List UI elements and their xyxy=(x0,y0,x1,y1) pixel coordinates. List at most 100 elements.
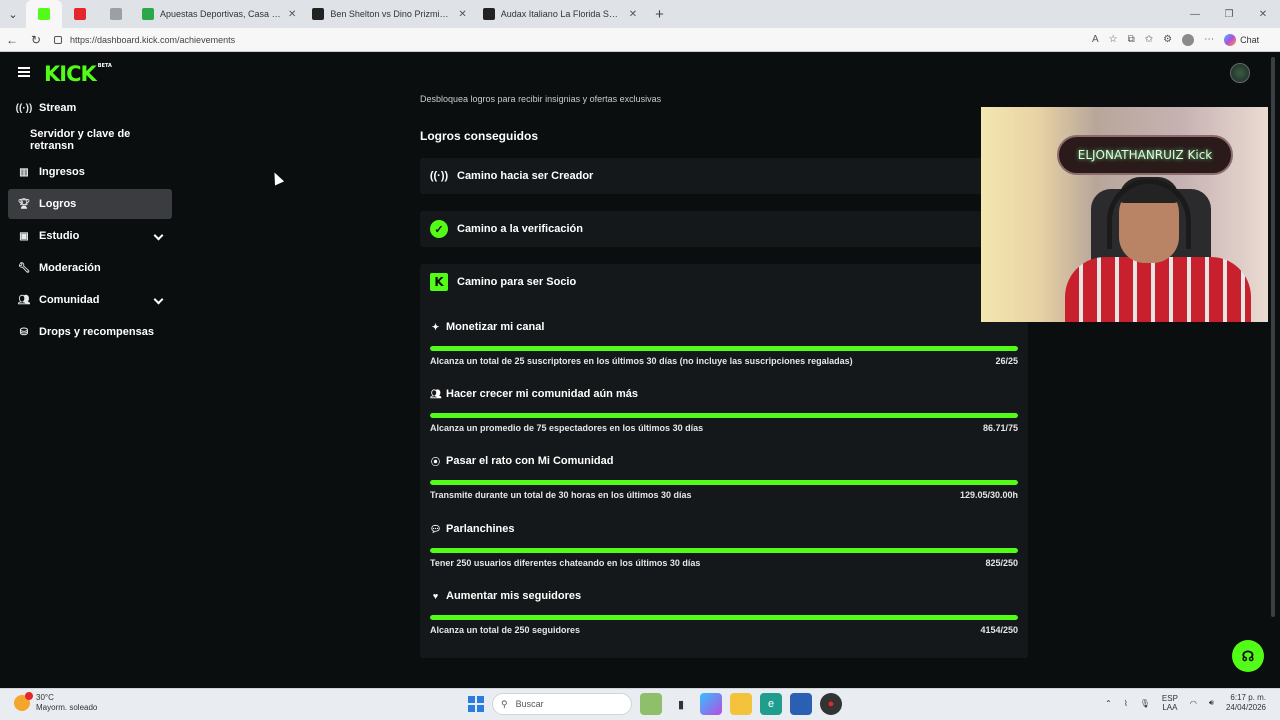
scrollbar-thumb[interactable] xyxy=(1271,57,1275,617)
sidebar: ((·)) Stream Servidor y clave de retrans… xyxy=(8,93,172,349)
windows-start-icon[interactable] xyxy=(468,696,484,712)
sidebar-item-ingresos[interactable]: ▥ Ingresos xyxy=(8,157,172,187)
page-scrollbar[interactable] xyxy=(1270,53,1276,686)
network-icon[interactable]: ⌇ xyxy=(1124,699,1128,708)
users-icon: 👥︎ xyxy=(430,388,442,399)
requirement-title: Parlanchines xyxy=(446,523,515,535)
sidebar-item-label: Comunidad xyxy=(39,294,100,306)
tab-actions-chevron-icon[interactable]: ⌄ xyxy=(0,0,26,28)
chevron-down-icon[interactable] xyxy=(153,230,164,241)
extensions-icon[interactable]: ⚙ xyxy=(1163,34,1172,45)
wifi-icon[interactable]: ◠ xyxy=(1190,699,1197,708)
gift-icon: ⛁ xyxy=(19,326,29,338)
requirement-value: 129.05/30.00h xyxy=(959,490,1018,500)
requirement-title: Pasar el rato con Mi Comunidad xyxy=(446,455,614,467)
minimize-icon[interactable]: — xyxy=(1178,0,1212,28)
url-field[interactable]: https://dashboard.kick.com/achievements xyxy=(54,30,1074,50)
sidebar-item-label: Moderación xyxy=(39,262,101,274)
copilot-label: Chat xyxy=(1240,34,1260,45)
read-aloud-icon[interactable]: A xyxy=(1092,34,1099,45)
requirement-title: Monetizar mi canal xyxy=(446,321,545,333)
mic-icon[interactable]: 🎙︎ xyxy=(1140,699,1150,708)
requirement-description: Alcanza un promedio de 75 espectadores e… xyxy=(430,423,704,433)
favorite-star-icon[interactable]: ☆ xyxy=(1109,34,1118,45)
requirement-description: Alcanza un total de 25 suscriptores en l… xyxy=(430,356,853,366)
volume-icon[interactable]: 🔊︎ xyxy=(1209,698,1214,708)
obs-icon[interactable]: ● xyxy=(820,693,842,715)
task-view-icon[interactable]: ▮ xyxy=(670,693,692,715)
tray-chevron-icon[interactable]: ⌃ xyxy=(1105,699,1112,708)
path-card-partner: K Camino para ser Socio ✦ Monetizar mi ca… xyxy=(420,264,1028,658)
chat-icon: 💬︎ xyxy=(430,523,442,534)
chevron-down-icon[interactable] xyxy=(153,294,164,305)
profile-avatar[interactable] xyxy=(1182,33,1195,46)
broadcast-icon: ((·)) xyxy=(429,170,449,182)
tab-audax[interactable]: Audax Italiano La Florida SADP vs ✕ xyxy=(475,0,645,28)
copilot-app-icon[interactable] xyxy=(700,693,722,715)
favorites-icon[interactable]: ✩ xyxy=(1145,34,1153,45)
hamburger-menu-icon[interactable] xyxy=(18,67,30,77)
sidebar-item-estudio[interactable]: ▣ Estudio xyxy=(8,221,172,251)
system-tray: ⌃ ⌇ 🎙︎ ESP LAA ◠ 🔊︎ 6:17 p. m. 24/04/202… xyxy=(1105,693,1266,713)
clock-date: 24/04/2026 xyxy=(1225,703,1266,712)
maximize-icon[interactable]: ❐ xyxy=(1212,0,1246,28)
favicon-icon xyxy=(482,8,495,20)
chart-icon: ▥ xyxy=(19,166,29,178)
requirement-description: Alcanza un total de 250 seguidores xyxy=(430,625,581,635)
window-controls: — ❐ ✕ xyxy=(1178,0,1280,28)
close-tab-icon[interactable]: ✕ xyxy=(288,9,296,20)
sidebar-item-comunidad[interactable]: 👥︎ Comunidad xyxy=(8,285,172,315)
kick-dashboard: KICK BETA ((·)) Stream Servidor y clave d… xyxy=(4,53,1276,686)
path-card-creator[interactable]: ((·)) Camino hacia ser Creador xyxy=(420,158,1028,194)
more-menu-icon[interactable]: ⋯ xyxy=(1204,34,1214,45)
favicon-icon xyxy=(142,8,154,20)
support-chat-button[interactable]: ☊ xyxy=(1232,640,1264,672)
tab-2[interactable] xyxy=(62,0,98,28)
path-card-verification[interactable]: ✓ Camino a la verificación xyxy=(420,211,1028,247)
edge-browser-icon[interactable]: e xyxy=(760,693,782,715)
user-avatar[interactable] xyxy=(1230,63,1250,83)
requirement-monetize: ✦ Monetizar mi canal Alcanza un total de … xyxy=(430,320,1018,366)
close-tab-icon[interactable]: ✕ xyxy=(629,9,637,20)
progress-fill xyxy=(430,413,1018,418)
browser-tab-bar: ⌄ Apuestas Deportivas, Casa de Apu ✕ Ben… xyxy=(0,0,1280,28)
taskbar-search[interactable]: ⚲ Buscar xyxy=(492,693,632,715)
sidebar-item-moderacion[interactable]: 🔧︎ Moderación xyxy=(8,253,172,283)
tab-title: Ben Shelton vs Dino Prizmic H2H xyxy=(330,9,453,19)
close-tab-icon[interactable]: ✕ xyxy=(458,9,466,20)
progress-bar xyxy=(430,615,1018,620)
taskbar-widget-icon[interactable] xyxy=(640,693,662,715)
requirement-chatters: 💬︎ Parlanchines Tener 250 usuarios difere… xyxy=(430,522,1018,568)
requirement-description: Tener 250 usuarios diferentes chateando … xyxy=(430,558,701,568)
tab-apuestas[interactable]: Apuestas Deportivas, Casa de Apu ✕ xyxy=(134,0,304,28)
progress-fill xyxy=(430,480,1018,485)
weather-widget[interactable]: 30°C Mayorm. soleado xyxy=(14,692,98,713)
weather-sun-icon xyxy=(14,692,33,711)
sidebar-item-label: Servidor y clave de retransn xyxy=(30,128,131,152)
sidebar-item-logros[interactable]: 🏆︎ Logros xyxy=(8,189,172,219)
tab-kick[interactable] xyxy=(26,0,62,28)
close-window-icon[interactable]: ✕ xyxy=(1246,0,1280,28)
weather-temp: 30°C xyxy=(36,693,54,702)
input-language[interactable]: ESP LAA xyxy=(1162,694,1178,712)
sidebar-item-server-key[interactable]: Servidor y clave de retransn xyxy=(8,125,172,155)
new-tab-button[interactable]: + xyxy=(645,6,674,23)
back-icon[interactable]: ← xyxy=(0,28,24,52)
copilot-button[interactable]: Chat xyxy=(1224,33,1260,46)
mouse-cursor xyxy=(269,170,285,186)
split-screen-icon[interactable]: ⧉ xyxy=(1128,34,1135,45)
file-explorer-icon[interactable] xyxy=(730,693,752,715)
section-title: Logros conseguidos xyxy=(420,129,539,143)
weather-desc: Mayorm. soleado xyxy=(36,703,98,712)
sidebar-item-drops[interactable]: ⛁ Drops y recompensas xyxy=(8,317,172,347)
tab-3[interactable] xyxy=(98,0,134,28)
tab-shelton[interactable]: Ben Shelton vs Dino Prizmic H2H ✕ xyxy=(304,0,474,28)
requirement-value: 4154/250 xyxy=(980,625,1018,635)
store-icon[interactable] xyxy=(790,693,812,715)
sidebar-item-stream[interactable]: ((·)) Stream xyxy=(8,93,172,123)
kick-logo[interactable]: KICK BETA xyxy=(44,62,112,86)
requirement-value: 86.71/75 xyxy=(982,423,1018,433)
path-card-partner-header[interactable]: K Camino para ser Socio xyxy=(420,264,1028,300)
reload-icon[interactable]: ↻ xyxy=(24,28,48,52)
system-clock[interactable]: 6:17 p. m. 24/04/2026 xyxy=(1226,693,1266,713)
